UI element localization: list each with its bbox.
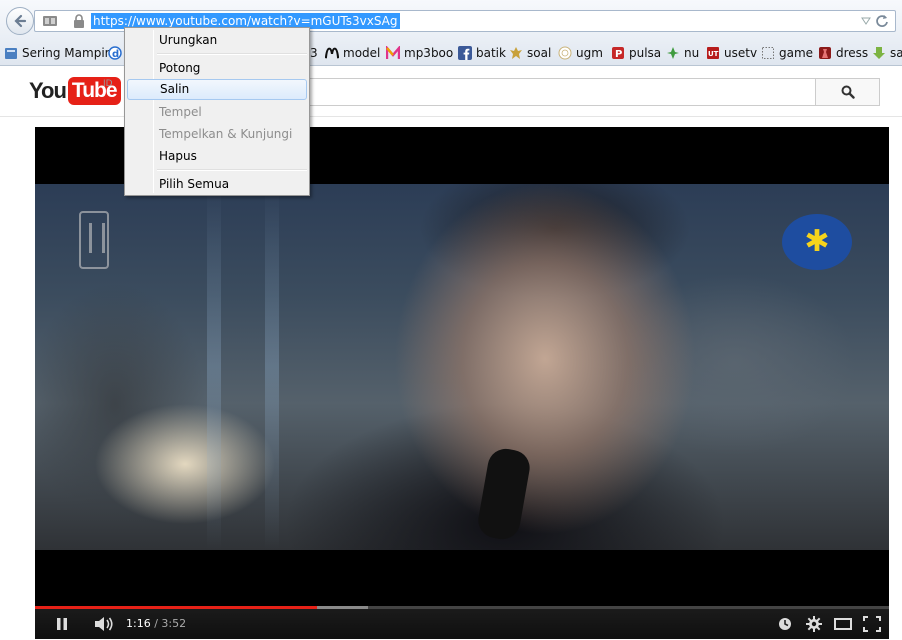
bookmark-sering-mampir[interactable]: Sering Mampir <box>4 44 110 62</box>
search-icon <box>841 85 855 99</box>
bookmark-d-site[interactable]: d <box>108 44 122 62</box>
ugm-logo-icon <box>558 46 572 60</box>
bookmark-ugm[interactable]: ugm <box>558 44 603 62</box>
p-icon: P <box>612 47 624 60</box>
theater-mode-icon <box>834 618 852 630</box>
svg-text:UT: UT <box>708 50 719 58</box>
menu-item-paste-and-go[interactable]: Tempelkan & Kunjungi <box>127 124 307 145</box>
pause-icon <box>57 618 67 630</box>
menu-separator <box>157 169 307 171</box>
volume-button[interactable] <box>93 616 115 632</box>
bookmark-label: 3 <box>310 46 318 60</box>
channel-watermark-left <box>79 211 109 269</box>
menu-item-cut[interactable]: Potong <box>127 58 307 79</box>
bookmark-label: sa <box>890 46 902 60</box>
bookmark-nu[interactable]: nu <box>666 44 699 62</box>
bookmark-soal[interactable]: soal <box>509 44 551 62</box>
bookmark-label: usetv <box>724 46 758 60</box>
bookmark-label: batik <box>476 46 506 60</box>
bookmark-model[interactable]: model <box>325 44 380 62</box>
bookmark-mp3boo[interactable]: mp3boo <box>386 44 453 62</box>
svg-text:P: P <box>615 49 622 60</box>
bookmark-label: game <box>779 46 814 60</box>
menu-item-undo[interactable]: Urungkan <box>127 30 307 51</box>
green-arrow-icon <box>873 47 885 59</box>
clock-icon <box>779 618 791 630</box>
dropdown-triangle-icon[interactable] <box>861 16 871 26</box>
pause-button[interactable] <box>54 616 70 632</box>
usetv-icon: UT <box>707 47 719 59</box>
lock-icon[interactable] <box>73 14 85 28</box>
back-arrow-icon <box>14 14 27 28</box>
logo-you-text: You <box>29 78 67 103</box>
bookmark-folder-icon <box>5 48 17 59</box>
current-time: 1:16 <box>126 617 151 630</box>
bookmark-label: mp3boo <box>404 46 454 60</box>
menu-item-delete[interactable]: Hapus <box>127 146 307 167</box>
bookmark-label: model <box>343 46 381 60</box>
time-display: 1:16 / 3:52 <box>126 617 186 630</box>
bookmark-game[interactable]: game <box>761 44 813 62</box>
bookmark-label: ugm <box>576 46 603 60</box>
bookmark-pulsa[interactable]: P pulsa <box>611 44 661 62</box>
context-menu: Urungkan Potong Salin Tempel Tempelkan &… <box>124 27 310 196</box>
theater-mode-button[interactable] <box>833 616 853 632</box>
gear-icon <box>806 616 822 632</box>
bookmark-label: dress <box>836 46 869 60</box>
youtube-logo[interactable]: You Tube ID <box>29 77 121 105</box>
leaf-icon <box>667 47 679 59</box>
svg-text:d: d <box>112 49 119 60</box>
player-controls: 1:16 / 3:52 <box>35 609 889 639</box>
bookmark-usetv[interactable]: UT usetv <box>706 44 757 62</box>
microphone-shape <box>475 446 533 542</box>
m-colorful-icon <box>386 46 400 59</box>
fullscreen-icon <box>863 616 881 632</box>
d-site-icon: d <box>108 46 122 60</box>
search-button[interactable] <box>815 78 880 106</box>
menu-item-copy[interactable]: Salin <box>127 79 307 100</box>
channel-watermark-right: ✱ <box>782 214 852 270</box>
menu-item-select-all[interactable]: Pilih Semua <box>127 174 307 195</box>
video-player[interactable]: ✱ 1:16 / 3:52 <box>35 127 889 639</box>
garuda-icon <box>510 47 522 59</box>
m-logo-icon <box>325 47 339 59</box>
volume-icon <box>95 617 113 631</box>
search-input[interactable] <box>308 78 815 106</box>
settings-button[interactable] <box>805 616 823 632</box>
bookmark-label: soal <box>527 46 552 60</box>
bookmark-label: Sering Mampir <box>22 46 110 60</box>
bookmark-3[interactable]: 3 <box>310 44 318 62</box>
site-identity-icon[interactable] <box>43 15 57 27</box>
dotted-square-icon <box>762 47 774 59</box>
video-frame[interactable]: ✱ <box>35 184 889 550</box>
browser-window: https://www.youtube.com/watch?v=mGUTs3vx… <box>0 0 902 640</box>
fullscreen-button[interactable] <box>862 616 882 632</box>
facebook-icon <box>458 46 472 60</box>
time-separator: / <box>154 617 158 630</box>
bookmark-dress[interactable]: dress <box>818 44 868 62</box>
reload-icon[interactable] <box>875 14 889 28</box>
country-code: ID <box>103 79 113 89</box>
bookmark-batik[interactable]: batik <box>458 44 506 62</box>
dress-icon <box>819 47 831 59</box>
bookmark-label: pulsa <box>629 46 662 60</box>
back-button[interactable] <box>6 7 34 35</box>
menu-separator <box>157 53 307 55</box>
watch-later-button[interactable] <box>777 616 793 632</box>
menu-item-paste[interactable]: Tempel <box>127 102 307 123</box>
duration: 3:52 <box>161 617 187 630</box>
bookmark-label: nu <box>684 46 700 60</box>
bookmark-sa[interactable]: sa <box>872 44 902 62</box>
